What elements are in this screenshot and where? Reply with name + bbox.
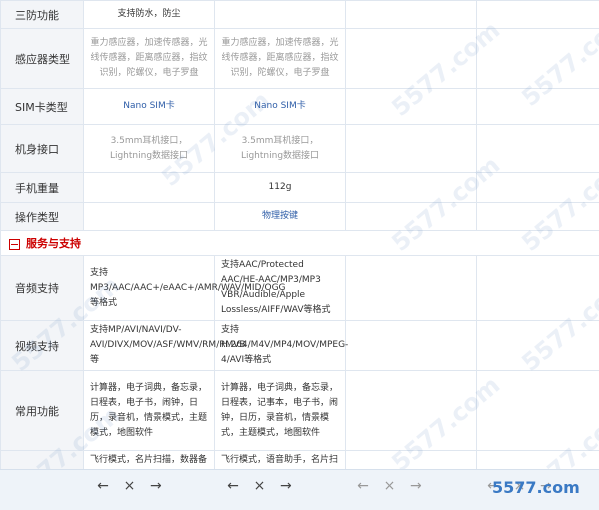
move-left-button[interactable]: ← <box>222 478 244 494</box>
cell-value: 飞行模式，名片扫描，数器备 <box>84 451 214 470</box>
cell-value: 计算器，电子词典，备忘录，日程表，记事本，电子书，闹钟，日历，录音机，情景模式，… <box>215 379 345 443</box>
cell-value: 3.5mm耳机接口，Lightning数据接口 <box>84 132 214 166</box>
empty-cell <box>346 29 477 89</box>
remove-button[interactable]: × <box>378 478 400 494</box>
row-label: 操作类型 <box>1 203 84 231</box>
cell-value: 计算器，电子词典，备忘录，日程表，电子书，闹钟，日历，录音机，情景模式，主题模式… <box>84 379 214 443</box>
column-nav-1: ← × → <box>92 478 167 494</box>
table-row: 手机重量 112g <box>1 173 599 203</box>
empty-cell <box>346 203 477 231</box>
section-header[interactable]: 服务与支持 <box>1 231 599 256</box>
move-right-button[interactable]: → <box>145 478 167 494</box>
site-logo: 5577.com <box>492 478 580 497</box>
collapse-icon[interactable] <box>9 239 20 250</box>
row-label: 音频支持 <box>1 256 84 321</box>
cell-value: 飞行模式，语音助手，名片扫 <box>215 451 345 470</box>
cell-value <box>215 13 345 17</box>
cell-value: 支持MP3/AAC/AAC+/eAAC+/AMR/WAV/MID/OGG等格式 <box>84 264 214 313</box>
empty-cell <box>477 125 599 173</box>
cell-value: 112g <box>215 178 345 197</box>
empty-cell <box>477 29 599 89</box>
row-label: 三防功能 <box>1 1 84 29</box>
spec-compare-table-container: 三防功能 支持防水，防尘 感应器类型 重力感应器，加速传感器，光线传感器，距离感… <box>0 0 599 481</box>
row-label: 机身接口 <box>1 125 84 173</box>
empty-cell <box>477 371 599 451</box>
column-nav-3: ← × → <box>352 478 427 494</box>
move-left-button[interactable]: ← <box>92 478 114 494</box>
cell-value: 支持AAC/Protected AAC/HE-AAC/MP3/MP3 VBR/A… <box>215 256 345 320</box>
column-nav-2: ← × → <box>222 478 297 494</box>
cell-value <box>84 215 214 219</box>
table-row: 视频支持 支持MP/AVI/NAVI/DV-AVI/DIVX/MOV/ASF/W… <box>1 321 599 371</box>
move-right-button[interactable]: → <box>405 478 427 494</box>
remove-button[interactable]: × <box>118 478 140 494</box>
row-label: 手机重量 <box>1 173 84 203</box>
cell-value: 3.5mm耳机接口，Lightning数据接口 <box>215 132 345 166</box>
move-left-button[interactable]: ← <box>352 478 374 494</box>
table-row: SIM卡类型 Nano SIM卡 Nano SIM卡 <box>1 89 599 125</box>
row-label: 视频支持 <box>1 321 84 371</box>
empty-cell <box>477 321 599 371</box>
cell-value: Nano SIM卡 <box>215 97 345 116</box>
empty-cell <box>477 256 599 321</box>
empty-cell <box>477 89 599 125</box>
cell-value <box>84 186 214 190</box>
empty-cell <box>477 203 599 231</box>
row-label: SIM卡类型 <box>1 89 84 125</box>
section-title[interactable]: 服务与支持 <box>1 237 81 250</box>
table-row: 常用功能 计算器，电子词典，备忘录，日程表，电子书，闹钟，日历，录音机，情景模式… <box>1 371 599 451</box>
move-right-button[interactable]: → <box>275 478 297 494</box>
table-row: 感应器类型 重力感应器，加速传感器，光线传感器，距离感应器，指纹识别，陀螺仪，电… <box>1 29 599 89</box>
section-title-text: 服务与支持 <box>26 237 81 250</box>
cell-value: Nano SIM卡 <box>84 97 214 116</box>
cell-value: 重力感应器，加速传感器，光线传感器，距离感应器，指纹识别，陀螺仪，电子罗盘 <box>215 34 345 83</box>
cell-value: 支持H.264/M4V/MP4/MOV/MPEG-4/AVI等格式 <box>215 321 345 370</box>
empty-cell <box>346 256 477 321</box>
empty-cell <box>346 125 477 173</box>
table-row: 机身接口 3.5mm耳机接口，Lightning数据接口 3.5mm耳机接口，L… <box>1 125 599 173</box>
cell-value: 物理按键 <box>215 207 345 226</box>
row-label: 感应器类型 <box>1 29 84 89</box>
empty-cell <box>346 1 477 29</box>
cell-value: 支持MP/AVI/NAVI/DV-AVI/DIVX/MOV/ASF/WMV/RM… <box>84 321 214 370</box>
spec-compare-table: 三防功能 支持防水，防尘 感应器类型 重力感应器，加速传感器，光线传感器，距离感… <box>0 0 599 481</box>
remove-button[interactable]: × <box>248 478 270 494</box>
empty-cell <box>477 1 599 29</box>
cell-value: 重力感应器，加速传感器，光线传感器，距离感应器，指纹识别，陀螺仪，电子罗盘 <box>84 34 214 83</box>
empty-cell <box>346 173 477 203</box>
empty-cell <box>477 173 599 203</box>
empty-cell <box>346 371 477 451</box>
table-row: 操作类型 物理按键 <box>1 203 599 231</box>
row-label: 常用功能 <box>1 371 84 451</box>
table-row: 音频支持 支持MP3/AAC/AAC+/eAAC+/AMR/WAV/MID/OG… <box>1 256 599 321</box>
cell-value: 支持防水，防尘 <box>84 5 214 24</box>
empty-cell <box>346 89 477 125</box>
empty-cell <box>346 321 477 371</box>
table-row: 三防功能 支持防水，防尘 <box>1 1 599 29</box>
